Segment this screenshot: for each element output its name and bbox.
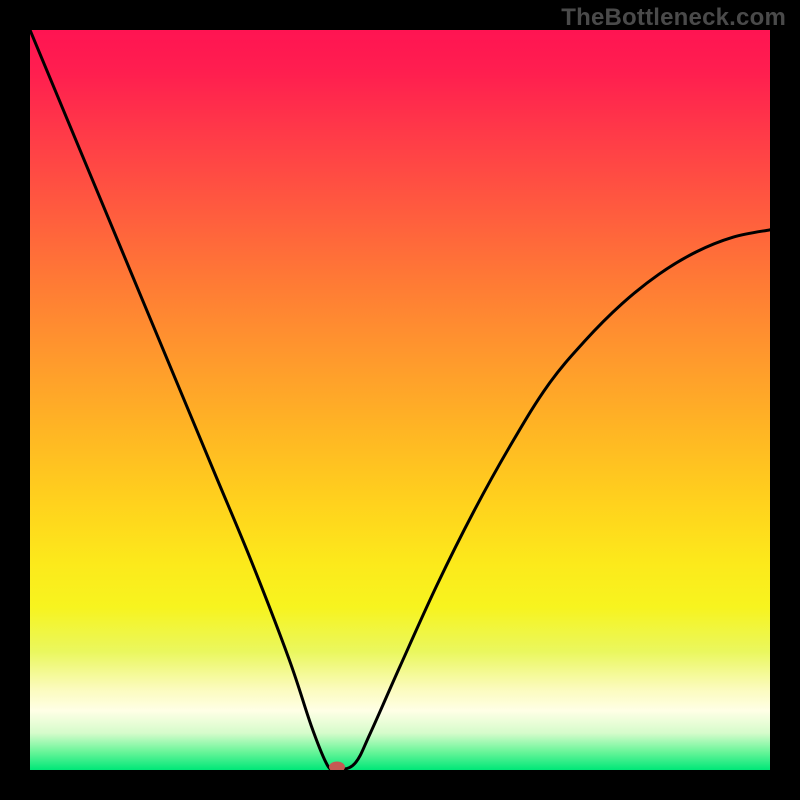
valley-marker: [329, 762, 345, 771]
bottleneck-curve: [30, 30, 770, 770]
watermark-text: TheBottleneck.com: [561, 4, 786, 32]
chart-frame: TheBottleneck.com: [0, 0, 800, 800]
plot-area: [30, 30, 770, 770]
